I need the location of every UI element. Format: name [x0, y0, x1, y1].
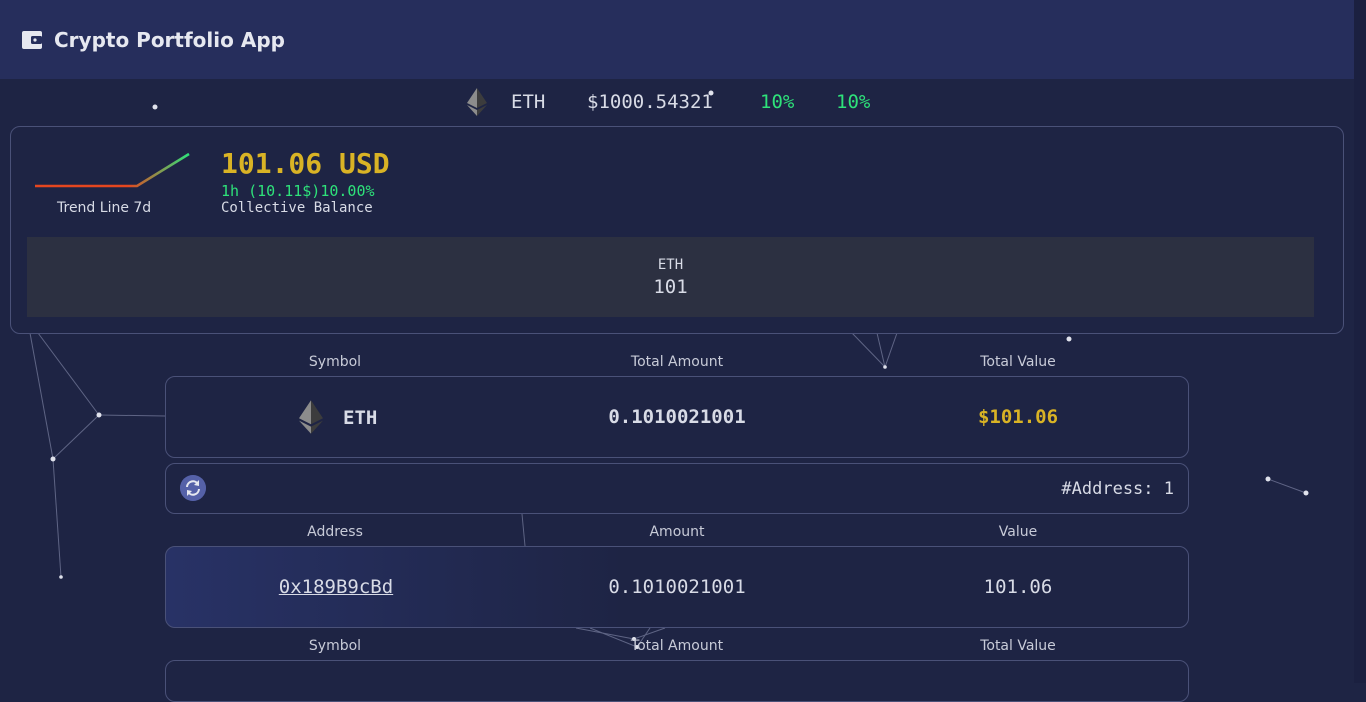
address-value: 101.06	[983, 576, 1053, 598]
column-header-address: Address	[307, 524, 363, 540]
address-count: #Address: 1	[1061, 479, 1174, 499]
balance-card: Trend Line 7d 101.06 USD 1h (10.11$)10.0…	[10, 126, 1344, 334]
address-cell: 0x189B9cBd	[186, 576, 486, 598]
address-link[interactable]: 0x189B9cBd	[279, 576, 393, 598]
column-header-symbol: Symbol	[308, 354, 362, 370]
holding-tile-amount: 101	[653, 276, 688, 298]
app-title: Crypto Portfolio App	[54, 28, 285, 52]
ticker-symbol: ETH	[511, 91, 546, 113]
ethereum-icon	[299, 400, 323, 434]
column-header-amount: Amount	[649, 524, 705, 540]
balance-label: Collective Balance	[221, 200, 373, 216]
holding-tile-symbol: ETH	[657, 257, 684, 273]
row-total-amount: 0.1010021001	[608, 406, 746, 428]
ticker-change-1: 10%	[760, 91, 795, 113]
refresh-icon[interactable]	[180, 475, 206, 501]
row-symbol: ETH	[343, 407, 378, 429]
column-header-total-value: Total Value	[980, 354, 1056, 370]
column-header-total-amount-2: Total Amount	[630, 638, 724, 654]
address-amount: 0.1010021001	[608, 576, 746, 598]
column-header-value: Value	[998, 524, 1038, 540]
wallet-icon	[22, 31, 42, 49]
table-row[interactable]: ETH 0.1010021001 $101.06	[165, 376, 1189, 458]
row-total-value: $101.06	[977, 406, 1059, 428]
column-header-total-amount: Total Amount	[630, 354, 724, 370]
table-row[interactable]	[165, 660, 1189, 702]
holding-tile-eth[interactable]: ETH 101	[27, 237, 1314, 317]
app-header: Crypto Portfolio App	[0, 0, 1354, 79]
trend-label: Trend Line 7d	[57, 200, 152, 216]
column-header-total-value-2: Total Value	[980, 638, 1056, 654]
address-row[interactable]: 0x189B9cBd 0.1010021001 101.06	[165, 546, 1189, 628]
price-ticker: ETH $1000.54321 10% 10%	[0, 88, 1354, 116]
ticker-price: $1000.54321	[587, 91, 713, 113]
address-toolbar: #Address: 1	[165, 463, 1189, 514]
balance-amount: 101.06 USD	[221, 147, 390, 180]
page-scrollbar[interactable]	[1354, 0, 1366, 683]
ticker-change-2: 10%	[836, 91, 871, 113]
column-header-symbol-2: Symbol	[308, 638, 362, 654]
trend-line-chart	[35, 152, 190, 188]
ethereum-icon	[467, 88, 487, 116]
balance-change: 1h (10.11$)10.00%	[221, 182, 375, 200]
